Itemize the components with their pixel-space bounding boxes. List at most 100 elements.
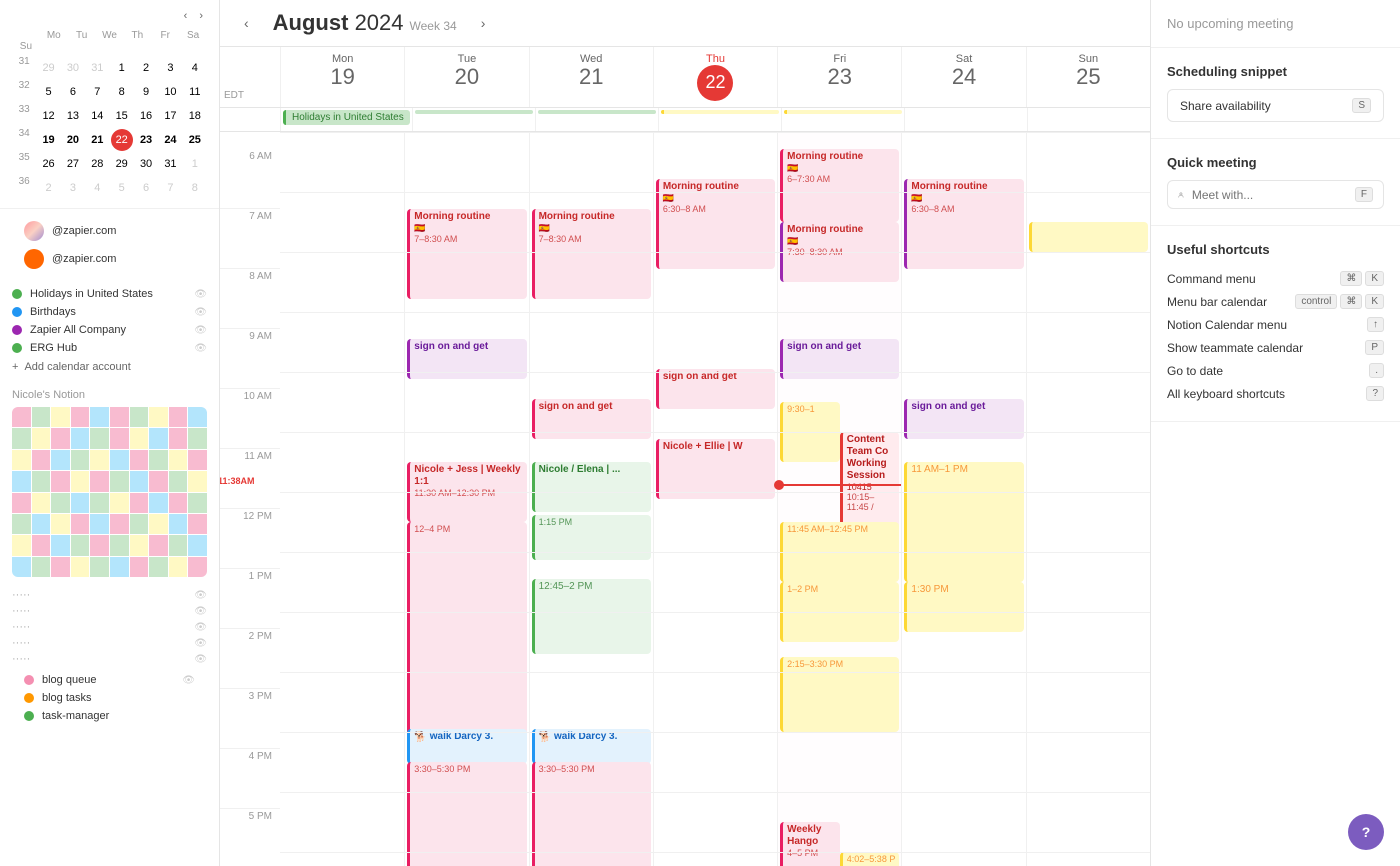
mini-cal-day[interactable]: 12 [38,105,60,127]
event-115-tue[interactable]: 1:15 PM [532,515,651,560]
notion-cal-blog-queue[interactable]: blog queue 👁 [12,671,207,689]
notion-cal-blog-tasks[interactable]: blog tasks [12,689,207,707]
event-weekly-hango-thu[interactable]: Weekly Hango 4–5 PM [780,822,840,866]
mini-cal-day[interactable]: 5 [38,81,60,103]
event-sign-on-fri[interactable]: sign on and get [904,399,1023,439]
mini-cal-day[interactable]: 1 [184,153,206,175]
mini-cal-day[interactable]: 24 [159,129,181,151]
day-col-fri[interactable]: Morning routine 🇪🇸 6:30–8 AM sign on and… [901,132,1025,866]
mini-cal-day[interactable]: 6 [135,177,157,199]
event-nicole-elena-tue[interactable]: Nicole / Elena | ... [532,462,651,512]
all-day-event[interactable] [661,110,779,114]
event-yellow-sat[interactable] [1029,222,1148,252]
share-availability-btn[interactable]: Share availability S [1167,89,1384,122]
event-walk-darcy-tue[interactable]: 🐕walk Darcy 3. [532,729,651,764]
notion-cal-task-manager[interactable]: task-manager [12,707,207,725]
mini-cal-day[interactable]: 3 [159,57,181,79]
mini-cal-prev-btn[interactable]: ‹ [180,8,192,24]
mini-cal-day[interactable]: 2 [38,177,60,199]
event-morning-routine-mon[interactable]: Morning routine 🇪🇸 7–8:30 AM [407,209,526,299]
calendar-hide-icon[interactable]: 👁 [194,289,207,300]
meet-with-input[interactable] [1192,188,1347,202]
calendar-item-zapier[interactable]: Zapier All Company 👁 [0,321,219,339]
event-1245-tue[interactable]: 12:45–2 PM [532,579,651,654]
day-col-wed[interactable]: Morning routine 🇪🇸 6:30–8 AM sign on and… [653,132,777,866]
event-sign-on-mon[interactable]: sign on and get [407,339,526,379]
day-header-tue[interactable]: Tue 20 [404,47,528,107]
day-col-mon[interactable]: Morning routine 🇪🇸 7–8:30 AM sign on and… [404,132,528,866]
all-day-event[interactable] [784,110,902,114]
prev-week-btn[interactable]: ‹ [236,11,257,35]
mini-cal-day[interactable]: 4 [86,177,108,199]
event-morning-routine-thu-1[interactable]: Morning routine 🇪🇸 6–7:30 AM [780,149,899,222]
event-nicole-jess-mon[interactable]: Nicole + Jess | Weekly 1:1 11:30 AM–12:3… [407,462,526,522]
event-morning-routine-tue[interactable]: Morning routine 🇪🇸 7–8:30 AM [532,209,651,299]
mini-cal-day[interactable]: 29 [111,153,133,175]
mini-cal-day[interactable]: 8 [111,81,133,103]
calendar-item-erg[interactable]: ERG Hub 👁 [0,339,219,357]
all-day-event[interactable]: Holidays in United States [283,110,410,125]
mini-cal-day[interactable]: 31 [86,57,108,79]
account-item[interactable]: @zapier.com [12,217,207,245]
event-330-mon[interactable]: 3:30–5:30 PM [407,762,526,866]
mini-cal-day[interactable]: 7 [159,177,181,199]
day-header-fri[interactable]: Fri 23 [777,47,901,107]
mini-cal-day[interactable]: 9 [135,81,157,103]
event-yellow-thu-1[interactable]: 9:30–1 [780,402,840,462]
event-walk-darcy-mon[interactable]: 🐕walk Darcy 3. [407,729,526,764]
day-header-thu[interactable]: Thu 22 [653,47,777,107]
day-header-sun[interactable]: Sun 25 [1026,47,1150,107]
mini-cal-day[interactable]: 7 [86,81,108,103]
mini-cal-day[interactable]: 18 [184,105,206,127]
mini-cal-day[interactable]: 30 [135,153,157,175]
mini-cal-next-btn[interactable]: › [195,8,207,24]
event-1145-thu[interactable]: 11:45 AM–12:45 PM [780,522,899,582]
next-week-btn[interactable]: › [473,11,494,35]
event-330-tue[interactable]: 3:30–5:30 PM [532,762,651,866]
day-header-mon[interactable]: Mon 19 [280,47,404,107]
mini-cal-day[interactable]: 3 [62,177,84,199]
mini-cal-day[interactable]: 14 [86,105,108,127]
mini-cal-day[interactable]: 31 [159,153,181,175]
help-button[interactable]: ? [1348,814,1384,850]
event-130-fri[interactable]: 1:30 PM [904,582,1023,632]
event-sign-on-wed[interactable]: sign on and get [656,369,775,409]
day-header-sat[interactable]: Sat 24 [901,47,1025,107]
all-shortcuts-link[interactable]: All keyboard shortcuts ? [1167,382,1384,405]
day-col-thu[interactable]: Morning routine 🇪🇸 6–7:30 AM Morning rou… [777,132,901,866]
event-1pm-thu[interactable]: 1–2 PM [780,582,899,642]
event-215-thu[interactable]: 2:15–3:30 PM [780,657,899,732]
mini-cal-day[interactable]: 26 [38,153,60,175]
event-sign-on-tue[interactable]: sign on and get [532,399,651,439]
event-morning-routine-thu-2[interactable]: Morning routine 🇪🇸 7:30–8:30 AM [780,222,899,282]
mini-cal-day[interactable]: 17 [159,105,181,127]
calendar-hide-icon[interactable]: 👁 [194,307,207,318]
all-day-event[interactable] [538,110,656,114]
day-header-wed[interactable]: Wed 21 [529,47,653,107]
mini-cal-day[interactable]: 2 [135,57,157,79]
mini-cal-day[interactable]: 25 [184,129,206,151]
mini-cal-day[interactable]: 30 [62,57,84,79]
mini-cal-today[interactable]: 22 [111,129,133,151]
event-morning-routine-wed[interactable]: Morning routine 🇪🇸 6:30–8 AM [656,179,775,269]
event-11am-fri[interactable]: 11 AM–1 PM [904,462,1023,582]
event-sign-on-thu[interactable]: sign on and get [780,339,899,379]
mini-cal-day[interactable]: 29 [38,57,60,79]
add-calendar-btn[interactable]: + Add calendar account [0,357,219,377]
calendar-hide-icon[interactable]: 👁 [182,675,195,686]
mini-cal-day[interactable]: 13 [62,105,84,127]
day-col-sat[interactable] [1026,132,1150,866]
mini-cal-day[interactable]: 15 [111,105,133,127]
mini-cal-day[interactable]: 28 [86,153,108,175]
account-item[interactable]: @zapier.com [12,245,207,273]
event-nicole-ellie-wed[interactable]: Nicole + Ellie | W [656,439,775,499]
calendar-item-holidays[interactable]: Holidays in United States 👁 [0,285,219,303]
day-col-tue[interactable]: Morning routine 🇪🇸 7–8:30 AM sign on and… [529,132,653,866]
all-day-event[interactable] [415,110,533,114]
mini-cal-day[interactable]: 27 [62,153,84,175]
mini-cal-day[interactable]: 5 [111,177,133,199]
mini-cal-day[interactable]: 8 [184,177,206,199]
mini-cal-day[interactable]: 6 [62,81,84,103]
calendar-hide-icon[interactable]: 👁 [194,325,207,336]
mini-cal-day[interactable]: 19 [38,129,60,151]
